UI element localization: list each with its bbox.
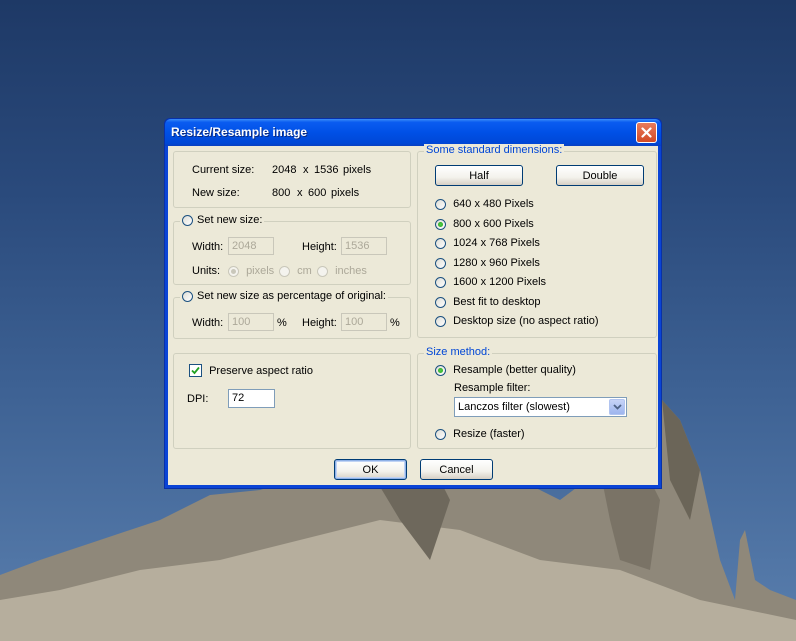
set-new-size-radio[interactable] (182, 214, 193, 226)
resize-option[interactable]: Resize (faster) (435, 428, 525, 440)
ok-button[interactable]: OK (334, 459, 407, 480)
cancel-button[interactable]: Cancel (420, 459, 493, 480)
unit-pixels-label: pixels (246, 265, 275, 278)
current-size-width: 2048 (272, 164, 297, 176)
option-800x600-radio[interactable] (435, 218, 446, 230)
unit-cm-label: cm (297, 265, 312, 278)
option-best-fit-radio[interactable] (435, 296, 446, 308)
current-size-unit: pixels (343, 164, 372, 176)
close-icon (641, 127, 652, 138)
new-size-x: x (297, 187, 303, 199)
preserve-aspect-label: Preserve aspect ratio (209, 364, 313, 377)
new-size-width: 800 (272, 187, 291, 199)
size-method-label: Size method: (424, 346, 493, 358)
new-size-height: 600 (308, 187, 327, 199)
standard-dimensions-label: Some standard dimensions: (424, 144, 565, 156)
percentage-radio[interactable] (182, 290, 193, 302)
option-best-fit-label: Best fit to desktop (453, 296, 541, 309)
option-1600x1200[interactable]: 1600 x 1200 Pixels (435, 276, 546, 288)
percentage-group: Set new size as percentage of original: … (173, 290, 411, 339)
option-800x600[interactable]: 800 x 600 Pixels (435, 218, 534, 230)
dialog-title: Resize/Resample image (171, 125, 308, 139)
dialog-client-area: Current size: 2048 x 1536 pixels New siz… (168, 144, 658, 485)
half-button[interactable]: Half (435, 165, 523, 186)
chevron-down-icon (612, 404, 622, 410)
new-size-unit: pixels (331, 187, 360, 199)
percent-width-label: Width: (192, 317, 224, 329)
resize-label: Resize (faster) (453, 428, 525, 441)
height-input[interactable]: 1536 (341, 237, 387, 255)
percentage-option[interactable]: Set new size as percentage of original: (180, 290, 388, 302)
resample-radio[interactable] (435, 364, 446, 376)
preserve-aspect-option[interactable]: Preserve aspect ratio (189, 364, 313, 377)
option-1024x768-radio[interactable] (435, 237, 446, 249)
resample-filter-select[interactable]: Lanczos filter (slowest) (454, 397, 627, 417)
option-best-fit[interactable]: Best fit to desktop (435, 296, 541, 308)
resample-filter-label: Resample filter: (454, 382, 531, 394)
option-800x600-label: 800 x 600 Pixels (453, 218, 534, 231)
aspect-dpi-group: Preserve aspect ratio DPI: 72 (173, 353, 411, 449)
preserve-aspect-checkbox[interactable] (189, 364, 202, 377)
option-1600x1200-label: 1600 x 1200 Pixels (453, 276, 547, 289)
resample-label: Resample (better quality) (453, 364, 576, 377)
set-new-size-label: Set new size: (197, 214, 263, 226)
option-640x480-label: 640 x 480 Pixels (453, 198, 534, 211)
resize-radio[interactable] (435, 428, 446, 440)
percent-height-label: Height: (302, 317, 337, 329)
option-1280x960[interactable]: 1280 x 960 Pixels (435, 257, 540, 269)
option-desktop-size-label: Desktop size (no aspect ratio) (453, 315, 599, 328)
option-1280x960-radio[interactable] (435, 257, 446, 269)
current-size-x: x (303, 164, 309, 176)
unit-cm-radio[interactable] (279, 265, 290, 277)
width-input[interactable]: 2048 (228, 237, 274, 255)
set-new-size-group: Set new size: Width: 2048 Height: 1536 U… (173, 214, 411, 285)
percent-height-unit: % (390, 317, 400, 329)
dialog-titlebar[interactable]: Resize/Resample image (165, 119, 661, 146)
new-size-label: New size: (192, 187, 240, 199)
percent-height-input[interactable]: 100 (341, 313, 387, 331)
option-1024x768[interactable]: 1024 x 768 Pixels (435, 237, 540, 249)
unit-inches-label: inches (335, 265, 367, 278)
unit-inches-radio[interactable] (317, 265, 328, 277)
unit-option-pixels[interactable]: pixels (228, 265, 274, 277)
dpi-input[interactable]: 72 (228, 389, 275, 408)
option-1024x768-label: 1024 x 768 Pixels (453, 237, 540, 250)
resample-option[interactable]: Resample (better quality) (435, 364, 576, 376)
unit-option-inches[interactable]: inches (317, 265, 367, 277)
option-640x480-radio[interactable] (435, 198, 446, 210)
resize-dialog: Resize/Resample image Current size: 2048… (164, 118, 662, 489)
resample-filter-value: Lanczos filter (slowest) (458, 401, 570, 413)
size-method-group: Size method: Resample (better quality) R… (417, 346, 657, 449)
unit-pixels-radio[interactable] (228, 265, 239, 277)
checkmark-icon (191, 366, 200, 375)
size-info-group: Current size: 2048 x 1536 pixels New siz… (173, 151, 411, 208)
dpi-label: DPI: (187, 393, 209, 405)
set-new-size-option[interactable]: Set new size: (180, 214, 265, 226)
units-label: Units: (192, 265, 221, 277)
close-button[interactable] (636, 122, 657, 143)
unit-option-cm[interactable]: cm (279, 265, 312, 277)
dropdown-arrow[interactable] (609, 399, 625, 415)
height-label: Height: (302, 241, 337, 253)
percent-width-unit: % (277, 317, 287, 329)
percent-width-input[interactable]: 100 (228, 313, 274, 331)
option-1600x1200-radio[interactable] (435, 276, 446, 288)
option-desktop-size[interactable]: Desktop size (no aspect ratio) (435, 315, 599, 327)
double-button[interactable]: Double (556, 165, 644, 186)
standard-dimensions-group: Some standard dimensions: Half Double 64… (417, 144, 657, 338)
option-desktop-size-radio[interactable] (435, 315, 446, 327)
option-640x480[interactable]: 640 x 480 Pixels (435, 198, 534, 210)
width-label: Width: (192, 241, 224, 253)
current-size-height: 1536 (314, 164, 339, 176)
current-size-label: Current size: (192, 164, 255, 176)
option-1280x960-label: 1280 x 960 Pixels (453, 257, 540, 270)
percentage-label: Set new size as percentage of original: (197, 290, 386, 302)
